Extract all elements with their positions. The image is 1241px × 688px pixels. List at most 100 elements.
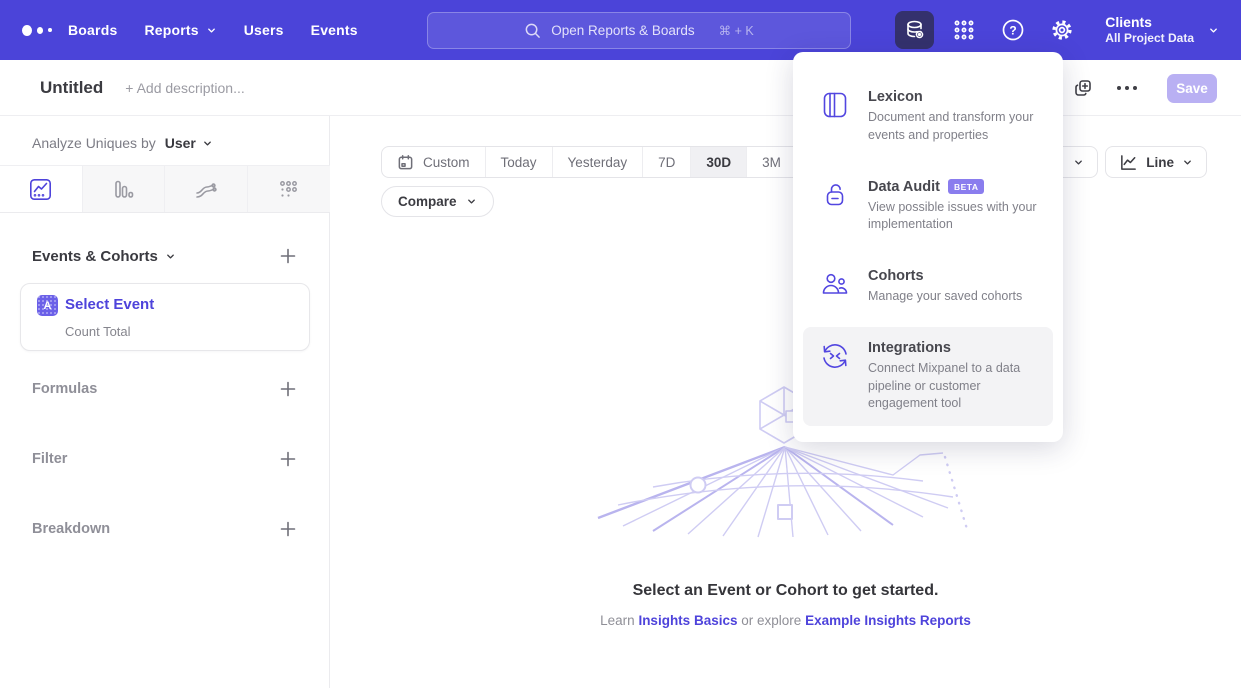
analyze-prefix-label: Analyze Uniques by [32,135,156,151]
menu-item-data-audit[interactable]: Data Audit BETA View possible issues wit… [803,166,1053,248]
settings-button[interactable] [1042,11,1081,49]
menu-item-title: Lexicon [868,89,923,105]
menu-item-description: Document and transform your events and p… [868,109,1040,145]
formulas-section: Formulas [32,380,297,398]
ellipsis-icon [1117,86,1137,90]
events-cohorts-header: Events & Cohorts [32,247,297,265]
duplicate-plus-icon [1073,78,1093,98]
date-range-30d[interactable]: 30D [691,147,747,177]
chart-area: Custom Today Yesterday 7D 30D 3M 6M Comp… [330,116,1241,688]
nav-item-boards[interactable]: Boards [68,22,117,38]
menu-item-lexicon[interactable]: Lexicon Document and transform your even… [803,76,1053,158]
example-insights-reports-link[interactable]: Example Insights Reports [805,613,971,628]
select-event-label: Select Event [65,296,154,313]
project-scope: All Project Data [1105,31,1194,46]
chart-type-dropdown[interactable]: Line [1105,146,1207,178]
report-title[interactable]: Untitled [40,78,103,98]
menu-item-description: Manage your saved cohorts [868,288,1040,306]
lexicon-book-icon [821,91,849,119]
formulas-label: Formulas [32,381,97,397]
add-formula-button[interactable] [279,380,297,398]
add-event-button[interactable] [279,247,297,265]
breakdown-section: Breakdown [32,520,297,538]
date-range-today[interactable]: Today [486,147,553,177]
query-builder-sidebar: Analyze Uniques by User [0,116,330,688]
menu-item-description: Connect Mixpanel to a data pipeline or c… [868,360,1040,413]
gear-icon [1049,17,1075,43]
add-description-field[interactable]: + Add description... [125,80,244,96]
line-chart-icon [1119,153,1138,172]
date-range-yesterday[interactable]: Yesterday [553,147,644,177]
date-range-7d[interactable]: 7D [643,147,691,177]
duplicate-button[interactable] [1069,74,1097,102]
nav-item-users[interactable]: Users [244,22,284,38]
search-placeholder: Open Reports & Boards [551,23,694,38]
chevron-down-icon[interactable] [1208,25,1219,36]
count-total-label[interactable]: Count Total [65,324,131,339]
more-options-button[interactable] [1113,74,1141,102]
date-range-3m[interactable]: 3M [747,147,797,177]
chevron-down-icon [466,196,477,207]
search-icon [524,22,541,39]
filter-section: Filter [32,450,297,468]
tab-bar-chart[interactable] [83,166,166,212]
plus-icon [279,520,297,538]
grid-dots-tab-icon [277,178,300,201]
chevron-down-icon [165,251,176,262]
chart-type-tabs [0,165,330,213]
compare-dropdown[interactable]: Compare [381,186,494,217]
plus-icon [279,247,297,265]
date-range-custom[interactable]: Custom [382,147,486,177]
menu-item-title: Integrations [868,340,951,356]
beta-badge: BETA [948,179,985,194]
select-event-card[interactable]: A Select Event Count Total [20,283,310,351]
empty-state-title: Select an Event or Cohort to get started… [330,582,1241,600]
nav-item-events[interactable]: Events [311,22,358,38]
insights-basics-link[interactable]: Insights Basics [638,613,737,628]
nav-item-reports[interactable]: Reports [144,22,216,38]
date-range-more-dropdown[interactable] [1059,147,1097,177]
events-cohorts-dropdown[interactable]: Events & Cohorts [32,248,176,265]
insights-report-page: Boards Reports Users Events Open Reports… [0,0,1241,688]
apps-grid-icon [952,18,976,42]
learn-text: Learn [600,613,635,628]
menu-item-cohorts[interactable]: Cohorts Manage your saved cohorts [803,255,1053,319]
menu-item-title: Cohorts [868,268,924,284]
top-nav: Boards Reports Users Events Open Reports… [0,0,1241,60]
data-management-menu: Lexicon Document and transform your even… [793,52,1063,442]
project-name: Clients [1105,14,1194,32]
filter-label: Filter [32,451,67,467]
global-search-input[interactable]: Open Reports & Boards ⌘ + K [427,12,851,49]
project-selector[interactable]: Clients All Project Data [1105,14,1194,47]
analyze-by-dropdown[interactable]: User [165,135,213,151]
add-breakdown-button[interactable] [279,520,297,538]
help-icon: ? [1000,17,1026,43]
mixpanel-logo-icon[interactable] [22,25,52,36]
or-explore-text: or explore [741,613,801,628]
event-letter-badge: A [37,295,58,316]
chevron-down-icon [206,25,217,36]
analyze-uniques-row: Analyze Uniques by User [32,135,213,151]
data-management-button[interactable] [895,11,934,49]
chevron-down-icon [202,138,213,149]
menu-item-description: View possible issues with your implement… [868,199,1040,235]
database-gear-icon [903,18,927,42]
save-button[interactable]: Save [1167,74,1217,103]
menu-item-integrations[interactable]: Integrations Connect Mixpanel to a data … [803,327,1053,426]
breakdown-label: Breakdown [32,521,110,537]
integrations-sync-icon [821,342,849,370]
svg-text:?: ? [1009,24,1016,38]
plus-icon [279,450,297,468]
tab-metrics-grid[interactable] [248,166,331,212]
data-audit-icon [821,181,849,209]
cohorts-people-icon [821,270,849,298]
plus-icon [279,380,297,398]
chevron-down-icon [1073,157,1084,168]
menu-item-title: Data Audit [868,179,940,195]
tab-insights-line[interactable] [0,166,83,212]
add-filter-button[interactable] [279,450,297,468]
tab-flows-chart[interactable] [165,166,248,212]
apps-grid-button[interactable] [944,11,983,49]
chevron-down-icon [1182,157,1193,168]
help-button[interactable]: ? [993,11,1032,49]
